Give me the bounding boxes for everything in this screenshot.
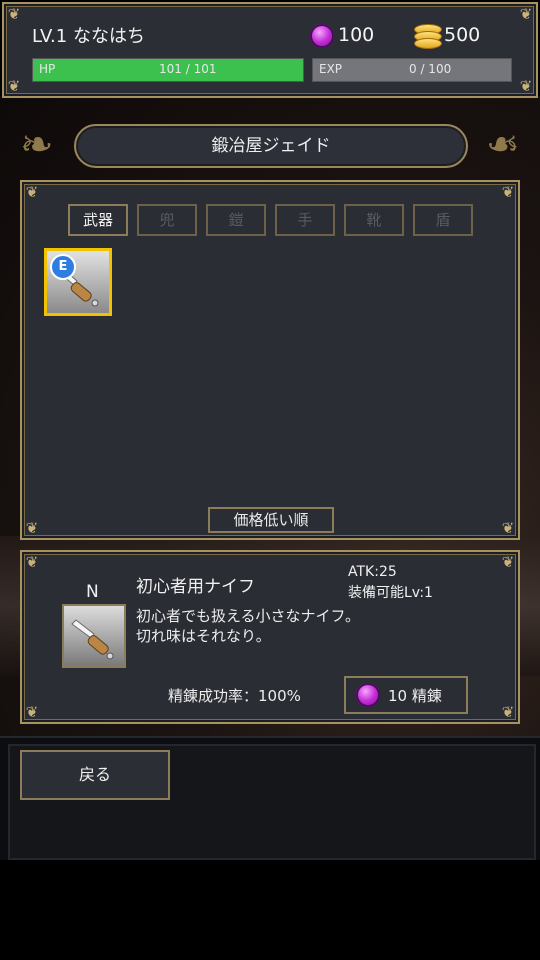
corner-ornament: ❦ xyxy=(501,703,515,721)
equipped-badge: E xyxy=(50,254,76,280)
item-description-line: 切れ味はそれなり。 xyxy=(136,627,271,645)
refine-success-rate: 精錬成功率：100% xyxy=(168,687,301,705)
corner-ornament: ❦ xyxy=(7,5,21,23)
item-atk: ATK:25 xyxy=(348,564,397,580)
tab-gloves[interactable]: 手 xyxy=(275,204,335,236)
gem-icon xyxy=(310,24,334,48)
status-header: ❦ ❦ ❦ ❦ LV.1 ななはち 100 500 HP 101 / 101 E… xyxy=(2,2,538,98)
item-description: 初心者でも扱える小さなナイフ。 切れ味はそれなり。 xyxy=(136,606,360,646)
tab-weapon[interactable]: 武器 xyxy=(68,204,128,236)
exp-label: EXP xyxy=(319,62,343,76)
corner-ornament: ❦ xyxy=(519,5,533,23)
corner-ornament: ❦ xyxy=(519,77,533,95)
coin-stack-icon xyxy=(414,24,442,49)
item-detail-panel: ❦ ❦ ❦ ❦ N 初心者用ナイフ ATK:25 装備可能Lv:1 初心者でも扱… xyxy=(20,550,520,724)
item-name: 初心者用ナイフ xyxy=(136,577,255,597)
corner-ornament: ❦ xyxy=(501,519,515,537)
corner-ornament: ❦ xyxy=(25,703,39,721)
item-equip-level: 装備可能Lv:1 xyxy=(348,585,433,601)
shop-title-banner: ❧ ❧ 鍛冶屋ジェイド xyxy=(20,118,520,174)
hp-label: HP xyxy=(39,62,56,76)
refine-button-label: 10 精錬 xyxy=(388,687,442,705)
inventory-slot-knife[interactable]: E xyxy=(44,248,112,316)
tab-boots[interactable]: 靴 xyxy=(344,204,404,236)
item-image xyxy=(62,604,126,668)
hp-bar: HP 101 / 101 xyxy=(32,58,304,82)
hp-value: 101 / 101 xyxy=(159,62,217,76)
corner-ornament: ❦ xyxy=(25,519,39,537)
player-level-name: LV.1 ななはち xyxy=(32,26,145,47)
item-list-panel: ❦ ❦ ❦ ❦ 武器 兜 鎧 手 靴 盾 E 価格低い順 xyxy=(20,180,520,540)
corner-ornament: ❦ xyxy=(25,553,39,571)
coin-count: 500 xyxy=(444,24,481,46)
exp-value: 0 / 100 xyxy=(409,62,452,76)
gem-count: 100 xyxy=(338,24,375,46)
knife-icon xyxy=(71,619,114,660)
item-description-line: 初心者でも扱える小さなナイフ。 xyxy=(136,607,360,625)
gem-icon xyxy=(356,683,380,707)
ornament-wing-icon: ❧ xyxy=(20,122,54,168)
corner-ornament: ❦ xyxy=(501,183,515,201)
corner-ornament: ❦ xyxy=(7,77,21,95)
exp-bar: EXP 0 / 100 xyxy=(312,58,512,82)
back-button[interactable]: 戻る xyxy=(20,750,170,800)
tab-shield[interactable]: 盾 xyxy=(413,204,473,236)
shop-title: 鍛冶屋ジェイド xyxy=(74,124,468,168)
corner-ornament: ❦ xyxy=(501,553,515,571)
tab-helmet[interactable]: 兜 xyxy=(137,204,197,236)
ornament-wing-icon: ❧ xyxy=(486,122,520,168)
corner-ornament: ❦ xyxy=(25,183,39,201)
bottom-blank xyxy=(0,860,540,960)
item-rarity: N xyxy=(86,582,99,602)
sort-button[interactable]: 価格低い順 xyxy=(208,507,334,533)
refine-button[interactable]: 10 精錬 xyxy=(344,676,468,714)
tab-armor[interactable]: 鎧 xyxy=(206,204,266,236)
